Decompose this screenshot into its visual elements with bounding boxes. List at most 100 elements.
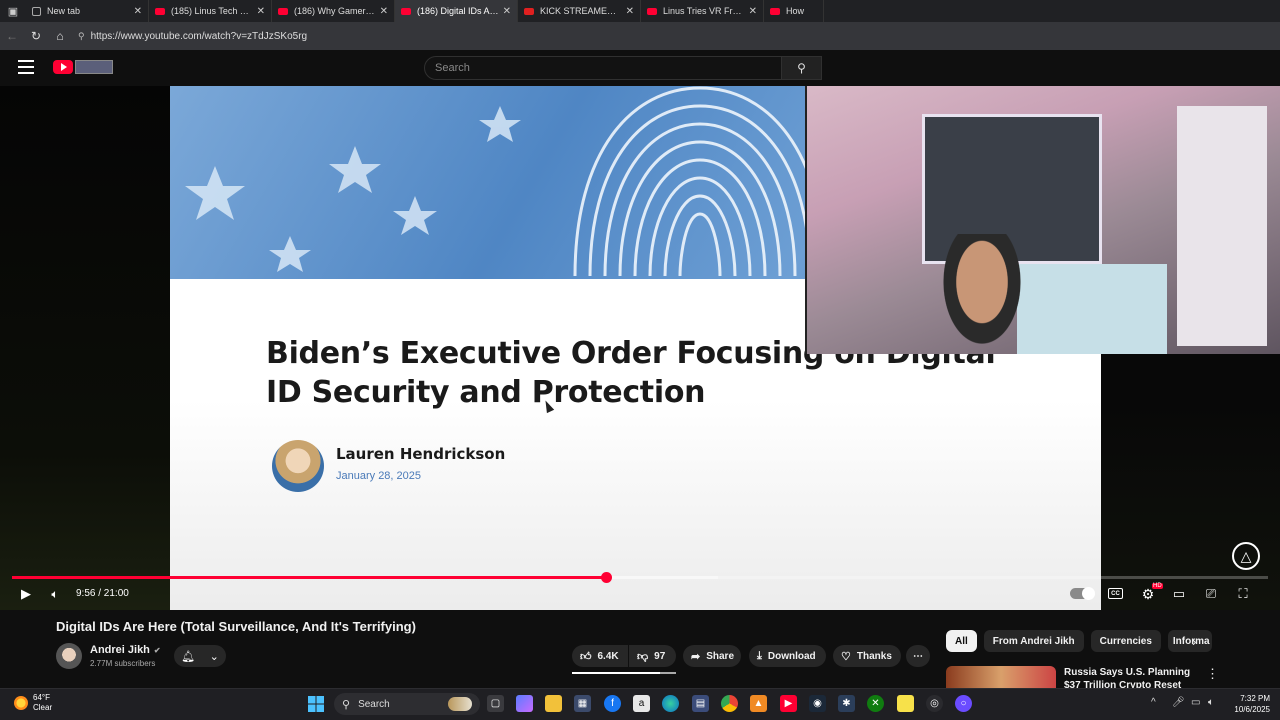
browser-tab[interactable]: How — [764, 0, 824, 22]
kebab-menu-icon[interactable]: ⋮ — [1206, 666, 1219, 682]
video-player[interactable]: Biden’s Executive Order Focusing on Digi… — [0, 86, 1280, 610]
home-icon[interactable]: ⌂ — [48, 22, 72, 50]
recommended-thumbnail[interactable] — [946, 666, 1056, 688]
browser-tab[interactable]: (186) Why GamersNex ✕ — [272, 0, 395, 22]
progress-bar[interactable] — [12, 572, 1268, 583]
close-tab-icon[interactable]: ✕ — [380, 6, 388, 17]
sticky-notes-icon[interactable] — [897, 695, 914, 712]
amazon-icon[interactable]: a — [633, 695, 650, 712]
settings-app-icon[interactable]: ✱ — [838, 695, 855, 712]
chip-currencies[interactable]: Currencies — [1090, 630, 1161, 652]
tray-overflow-icon[interactable]: ^ — [1151, 697, 1156, 708]
more-actions-icon[interactable]: ⋯ — [906, 645, 930, 667]
author-name: Lauren Hendrickson — [336, 445, 506, 463]
webcam-overlay — [805, 86, 1280, 354]
related-filter-chips: All From Andrei Jikh Currencies Informa — [946, 630, 1212, 652]
taskbar-search[interactable]: ⚲ Search — [334, 693, 480, 715]
search-icon: ⚲ — [342, 698, 351, 711]
vlc-icon[interactable]: ▲ — [750, 695, 767, 712]
site-info-icon[interactable]: ⚲ — [78, 31, 85, 42]
clock-time: 7:32 PM — [1240, 694, 1270, 703]
close-tab-icon[interactable]: ✕ — [749, 6, 757, 17]
search-icon[interactable]: ⚲ — [782, 56, 822, 80]
search-input[interactable]: Search — [424, 56, 782, 80]
app-icon[interactable]: ○ — [955, 695, 972, 712]
xbox-icon[interactable]: ✕ — [867, 695, 884, 712]
task-view-icon[interactable]: ▢ — [487, 695, 504, 712]
scrubber-handle[interactable] — [601, 572, 613, 583]
browser-tab-active[interactable]: (186) Digital IDs Are He ✕ — [395, 0, 518, 22]
chip-information[interactable]: Informa — [1167, 630, 1212, 652]
browser-tab[interactable]: New tab ✕ — [26, 0, 149, 22]
chip-from-channel[interactable]: From Andrei Jikh — [983, 630, 1084, 652]
subscriber-count: 2.77M subscribers — [90, 659, 156, 668]
browser-tab[interactable]: Linus Tries VR From 19 ✕ — [641, 0, 764, 22]
chip-all[interactable]: All — [946, 630, 977, 652]
channel-avatar[interactable] — [56, 643, 82, 669]
store-icon[interactable]: ▦ — [574, 695, 591, 712]
facebook-icon[interactable]: f — [604, 695, 621, 712]
thanks-icon: ♡ — [841, 650, 851, 663]
fullscreen-icon[interactable]: ⛶ — [1234, 585, 1252, 603]
download-button[interactable]: ⤓ Download — [749, 645, 826, 667]
calculator-icon[interactable]: ▤ — [692, 695, 709, 712]
display-icon[interactable]: ▭ — [1191, 697, 1200, 708]
captions-button[interactable]: CC — [1108, 588, 1123, 599]
close-tab-icon[interactable]: ✕ — [134, 6, 142, 17]
browser-tab[interactable]: KICK STREAMERS IN SC ✕ — [518, 0, 641, 22]
browser-tab[interactable]: (185) Linus Tech Tips - ✕ — [149, 0, 272, 22]
search-highlight-art — [448, 697, 472, 711]
youtube-app-icon[interactable]: ▶ — [780, 695, 797, 712]
youtube-favicon-icon — [770, 7, 780, 15]
tab-label: New tab — [47, 6, 81, 16]
close-tab-icon[interactable]: ✕ — [626, 6, 634, 17]
dislike-button[interactable]: 👎︎ 97 — [629, 645, 676, 667]
edge-browser-icon[interactable] — [662, 695, 679, 712]
theater-mode-icon[interactable]: ▭ — [1170, 585, 1188, 603]
windows-start-icon[interactable] — [307, 695, 324, 712]
subscribed-bell-button[interactable]: 🔔︎ ⌄ — [174, 645, 226, 667]
file-explorer-icon[interactable] — [545, 695, 562, 712]
speaker-icon[interactable]: 🔈︎ — [1208, 697, 1214, 708]
weather-widget[interactable]: 64°F Clear — [14, 693, 52, 713]
copilot-icon[interactable] — [516, 695, 533, 712]
webcam-door — [1177, 106, 1267, 346]
like-ratio-bar — [572, 672, 676, 674]
channel-watermark-icon[interactable]: △ — [1232, 542, 1260, 570]
chevron-right-icon[interactable]: › — [1192, 634, 1196, 649]
search-placeholder: Search — [435, 62, 470, 74]
thanks-button[interactable]: ♡ Thanks — [833, 645, 901, 667]
volume-icon[interactable]: 🔈︎ — [46, 585, 64, 603]
obs-icon[interactable]: ◎ — [926, 695, 943, 712]
back-icon[interactable]: ← — [0, 22, 24, 50]
tab-actions-icon[interactable]: ▣ — [0, 0, 26, 22]
kick-favicon-icon — [524, 7, 534, 15]
close-tab-icon[interactable]: ✕ — [503, 6, 511, 17]
autoplay-toggle[interactable] — [1070, 587, 1095, 600]
chevron-down-icon: ⌄ — [209, 650, 219, 663]
close-tab-icon[interactable]: ✕ — [257, 6, 265, 17]
tab-label: (186) Digital IDs Are He — [417, 6, 499, 16]
headline-line-2: ID Security and Protection — [266, 375, 706, 410]
channel-name[interactable]: Andrei Jikh ✔ — [90, 644, 161, 656]
tab-label: (185) Linus Tech Tips - — [171, 6, 253, 16]
share-button[interactable]: ➦ Share — [683, 645, 741, 667]
youtube-logo[interactable] — [53, 60, 73, 74]
share-label: Share — [706, 650, 735, 662]
reload-icon[interactable]: ↻ — [24, 22, 48, 50]
play-icon[interactable]: ▶ — [17, 585, 35, 603]
system-clock[interactable]: 7:32 PM 10/6/2025 — [1226, 693, 1270, 715]
recommended-title[interactable]: Russia Says U.S. Planning $37 Trillion C… — [1064, 666, 1204, 688]
like-button[interactable]: 👍︎ 6.4K — [572, 645, 628, 667]
youtube-favicon-icon — [278, 7, 288, 15]
cast-icon[interactable]: ⎚ — [1202, 585, 1220, 603]
time-display: 9:56 / 21:00 — [76, 588, 129, 599]
url-field[interactable]: ⚲ https://www.youtube.com/watch?v=zTdJzSK… — [78, 31, 307, 42]
video-left-pillar — [0, 86, 170, 610]
youtube-header: Search ⚲ — [0, 50, 1280, 86]
steam-icon[interactable]: ◉ — [809, 695, 826, 712]
microphone-icon[interactable]: 🎤︎ — [1172, 697, 1185, 708]
weather-temp: 64°F — [33, 693, 50, 702]
chrome-icon[interactable] — [721, 695, 738, 712]
menu-icon[interactable] — [18, 60, 34, 74]
